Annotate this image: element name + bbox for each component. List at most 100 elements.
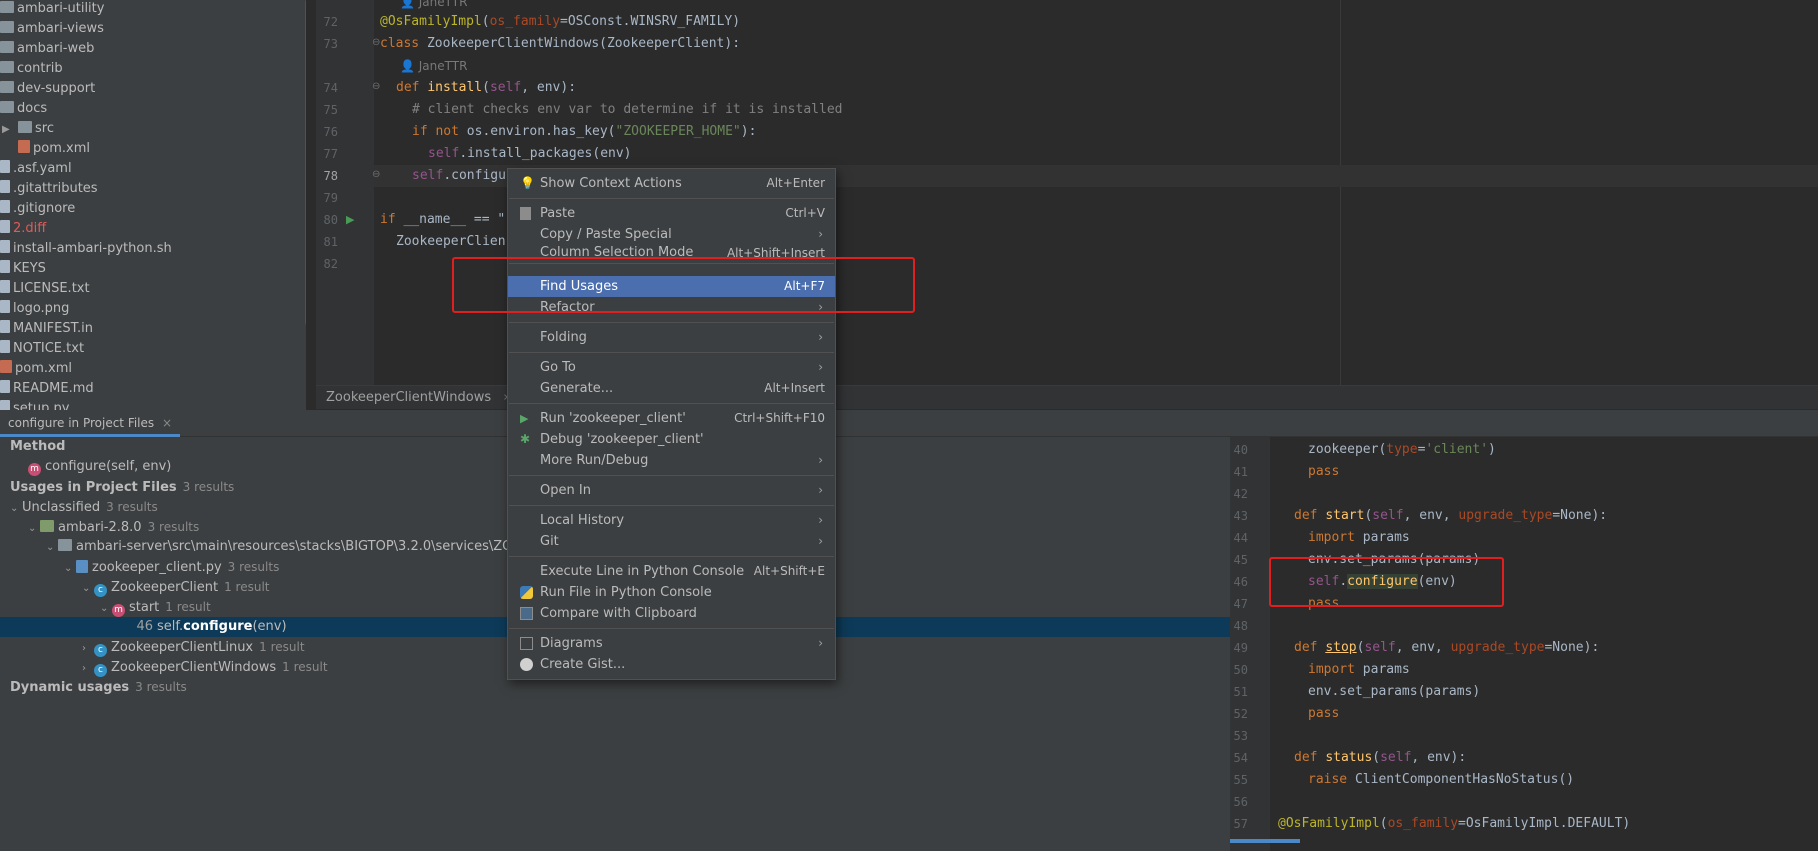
lightbulb-icon: 💡 <box>520 176 535 190</box>
menu-item-folding[interactable]: Folding › <box>508 327 835 348</box>
line-number: 46 <box>1233 575 1248 589</box>
code-line: def status(self, env): <box>1294 750 1467 765</box>
menu-item-execute-line[interactable]: Execute Line in Python Console Alt+Shift+… <box>508 561 835 582</box>
menu-item-open-in[interactable]: Open In › <box>508 480 835 501</box>
chevron-right-icon[interactable]: › <box>82 639 94 659</box>
tree-item[interactable]: pom.xml <box>18 139 90 159</box>
tree-item[interactable]: pom.xml <box>0 359 72 379</box>
maven-file-icon <box>0 360 12 373</box>
breadcrumb-item[interactable]: ZookeeperClientWindows <box>326 390 491 405</box>
tree-item[interactable]: LICENSE.txt <box>0 279 90 299</box>
dynamic-usages-node[interactable]: Dynamic usages 3 results <box>10 677 187 697</box>
run-icon: ▶ <box>520 412 529 425</box>
menu-item-run[interactable]: ▶ Run 'zookeeper_client' Ctrl+Shift+F10 <box>508 408 835 429</box>
run-icon[interactable]: ▶ <box>346 213 354 226</box>
module-node[interactable]: ⌄ ambari-2.8.0 3 results <box>28 517 199 537</box>
file-icon <box>0 340 10 353</box>
folder-icon <box>0 81 14 93</box>
code-line: @OsFamilyImpl(os_family=OsFamilyImpl.DEF… <box>1278 816 1631 831</box>
chevron-down-icon[interactable]: ⌄ <box>10 499 22 519</box>
code-line: zookeeper(type='client') <box>1308 442 1496 457</box>
menu-item-more-run-debug[interactable]: More Run/Debug › <box>508 450 835 471</box>
code-line: if __name__ == " <box>380 212 506 227</box>
folder-icon <box>58 539 72 551</box>
chevron-down-icon[interactable]: ⌄ <box>46 538 58 558</box>
tree-item[interactable]: MANIFEST.in <box>0 319 93 339</box>
chevron-right-icon[interactable]: ▶ <box>2 120 14 140</box>
line-number: 53 <box>1233 729 1248 743</box>
tree-scrollbar[interactable] <box>305 0 306 325</box>
line-number: 50 <box>1233 663 1248 677</box>
editor-context-menu: 💡 Show Context Actions Alt+Enter Paste Ctrl… <box>507 168 836 680</box>
chevron-down-icon[interactable]: ⌄ <box>28 519 40 539</box>
menu-item-run-file-console[interactable]: Run File in Python Console <box>508 582 835 603</box>
tree-item[interactable]: NOTICE.txt <box>0 339 84 359</box>
class-node[interactable]: › c ZookeeperClientWindows 1 result <box>82 657 328 677</box>
class-node[interactable]: › c ZookeeperClientLinux 1 result <box>82 637 305 657</box>
file-node[interactable]: ⌄ zookeeper_client.py 3 results <box>64 557 279 577</box>
line-number: 51 <box>1233 685 1248 699</box>
chevron-right-icon[interactable]: › <box>82 659 94 679</box>
group-node[interactable]: ⌄ Unclassified 3 results <box>10 497 158 517</box>
menu-item-paste[interactable]: Paste Ctrl+V <box>508 203 835 224</box>
tree-item[interactable]: docs <box>0 99 47 119</box>
file-icon <box>0 220 10 233</box>
class-icon: c <box>94 584 107 597</box>
tree-item[interactable]: dev-support <box>0 79 95 99</box>
tree-item[interactable]: KEYS <box>0 259 46 279</box>
tab-find-usages[interactable]: configure in Project Files × <box>0 410 181 437</box>
tree-item[interactable]: ambari-utility <box>0 0 104 19</box>
line-number: 48 <box>1233 619 1248 633</box>
method-node[interactable]: m configure(self, env) <box>28 457 171 477</box>
menu-item-diagrams[interactable]: Diagrams › <box>508 633 835 654</box>
chevron-right-icon: › <box>818 360 823 374</box>
tree-item[interactable]: 2.diff <box>0 219 46 239</box>
chevron-down-icon[interactable]: ⌄ <box>100 599 112 619</box>
menu-item-git[interactable]: Git › <box>508 531 835 552</box>
tree-item[interactable]: logo.png <box>0 299 69 319</box>
close-icon[interactable]: × <box>162 416 172 430</box>
tree-item[interactable]: setup.py <box>0 399 69 410</box>
tree-item[interactable]: .gitattributes <box>0 179 98 199</box>
line-number: 75 <box>323 103 338 117</box>
chevron-down-icon[interactable]: ⌄ <box>82 579 94 599</box>
tree-item[interactable]: .asf.yaml <box>0 159 72 179</box>
menu-item-go-to[interactable]: Go To › <box>508 357 835 378</box>
markdown-file-icon <box>0 380 10 393</box>
menu-item-debug[interactable]: ✱ Debug 'zookeeper_client' <box>508 429 835 450</box>
tree-item[interactable]: install-ambari-python.sh <box>0 239 172 259</box>
method-node[interactable]: ⌄ m start 1 result <box>100 597 211 617</box>
tree-item[interactable]: ambari-web <box>0 39 94 59</box>
clipboard-icon <box>520 207 531 220</box>
menu-item-generate[interactable]: Generate... Alt+Insert <box>508 378 835 399</box>
chevron-right-icon: › <box>818 453 823 467</box>
tree-item[interactable]: README.md <box>0 379 94 399</box>
code-line: class ZookeeperClientWindows(ZookeeperCl… <box>380 36 741 51</box>
tree-item[interactable]: .gitignore <box>0 199 75 219</box>
file-icon <box>0 160 10 173</box>
line-number: 72 <box>323 15 338 29</box>
menu-item-local-history[interactable]: Local History › <box>508 510 835 531</box>
folder-icon <box>0 21 14 33</box>
menu-item-create-gist[interactable]: Create Gist... <box>508 654 835 675</box>
class-node[interactable]: ⌄ c ZookeeperClient 1 result <box>82 577 270 597</box>
fold-icon[interactable]: ⊖ <box>372 81 380 92</box>
line-number: 54 <box>1233 751 1248 765</box>
method-icon: m <box>112 604 125 617</box>
tree-item[interactable]: contrib <box>0 59 63 79</box>
fold-icon[interactable]: ⊖ <box>372 169 380 180</box>
menu-item-compare-clipboard[interactable]: Compare with Clipboard <box>508 603 835 624</box>
tree-item[interactable]: ▶ src <box>2 119 54 139</box>
folder-icon <box>0 101 14 113</box>
menu-item-copy-paste-special[interactable]: Copy / Paste Special › <box>508 224 835 245</box>
bug-icon: ✱ <box>520 432 531 446</box>
line-number: 40 <box>1233 443 1248 457</box>
menu-item-show-context-actions[interactable]: 💡 Show Context Actions Alt+Enter <box>508 173 835 194</box>
usages-node[interactable]: Usages in Project Files 3 results <box>10 477 234 497</box>
line-number: 52 <box>1233 707 1248 721</box>
usage-preview-editor[interactable]: 40 zookeeper(type='client') 41 pass 42 4… <box>1230 437 1818 851</box>
chevron-down-icon[interactable]: ⌄ <box>64 559 76 579</box>
tree-item[interactable]: ambari-views <box>0 19 104 39</box>
path-node[interactable]: ⌄ ambari-server\src\main\resources\stacks… <box>46 537 548 557</box>
horizontal-scrollbar[interactable] <box>1230 839 1300 843</box>
